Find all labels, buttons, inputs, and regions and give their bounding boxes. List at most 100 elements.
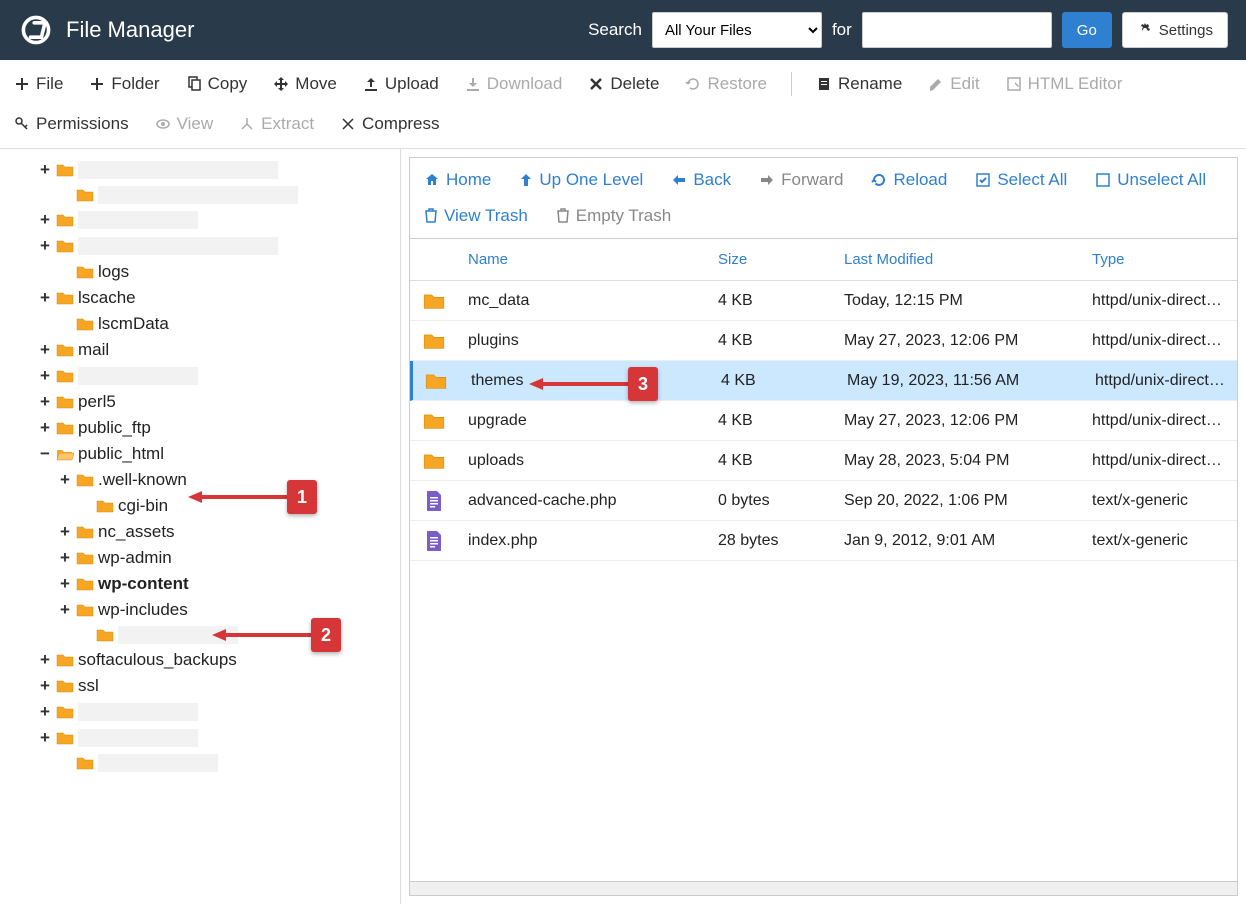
tree-item-perl5[interactable]: +perl5 — [38, 389, 400, 415]
file-icon — [425, 530, 443, 552]
compress-button[interactable]: Compress — [338, 108, 441, 140]
permissions-button[interactable]: Permissions — [12, 108, 131, 140]
back-icon — [671, 173, 687, 187]
col-modified[interactable]: Last Modified — [834, 239, 1082, 280]
plus-icon — [89, 76, 105, 92]
download-button: Download — [463, 68, 565, 100]
up-icon — [519, 172, 533, 188]
cpanel-icon — [18, 12, 54, 48]
restore-icon — [685, 76, 701, 92]
rename-button[interactable]: Rename — [814, 68, 904, 100]
reload-button[interactable]: Reload — [869, 166, 949, 194]
tree-item[interactable]: + — [38, 363, 400, 389]
arrow-2 — [212, 625, 312, 645]
settings-button[interactable]: Settings — [1122, 12, 1228, 48]
logo: File Manager — [18, 12, 194, 48]
tree-item-mail[interactable]: +mail — [38, 337, 400, 363]
copy-icon — [186, 76, 202, 92]
tree-item[interactable]: + — [38, 207, 400, 233]
search-input[interactable] — [862, 12, 1052, 48]
home-button[interactable]: Home — [422, 166, 493, 194]
folder-icon — [423, 412, 445, 430]
go-button[interactable]: Go — [1062, 12, 1112, 48]
trash-icon — [556, 208, 570, 224]
col-type[interactable]: Type — [1082, 239, 1237, 280]
empty-trash-button: Empty Trash — [554, 202, 673, 230]
forward-icon — [759, 173, 775, 187]
col-size[interactable]: Size — [708, 239, 834, 280]
tree-item-wp-includes[interactable]: +wp-includes — [38, 597, 400, 623]
delete-button[interactable]: Delete — [586, 68, 661, 100]
file-button[interactable]: File — [12, 68, 65, 100]
key-icon — [14, 116, 30, 132]
tree-item[interactable]: + — [38, 157, 400, 183]
tree-item-wp-admin[interactable]: +wp-admin — [38, 545, 400, 571]
tree-item-wp-content[interactable]: +wp-content — [38, 571, 400, 597]
html-icon — [1006, 76, 1022, 92]
file-row[interactable]: index.php28 bytesJan 9, 2012, 9:01 AMtex… — [410, 521, 1237, 561]
upload-button[interactable]: Upload — [361, 68, 441, 100]
file-row[interactable]: plugins4 KBMay 27, 2023, 12:06 PMhttpd/u… — [410, 321, 1237, 361]
up-button[interactable]: Up One Level — [517, 166, 645, 194]
copy-button[interactable]: Copy — [184, 68, 250, 100]
file-row[interactable]: mc_data4 KBToday, 12:15 PMhttpd/unix-dir… — [410, 281, 1237, 321]
content-toolbar: Home Up One Level Back Forward Reload Se… — [409, 157, 1238, 239]
file-grid: Name Size Last Modified Type mc_data4 KB… — [409, 239, 1238, 882]
tree-item-ssl[interactable]: +ssl — [38, 673, 400, 699]
callout-3: 3 — [628, 367, 658, 401]
file-row[interactable]: advanced-cache.php0 bytesSep 20, 2022, 1… — [410, 481, 1237, 521]
grid-header[interactable]: Name Size Last Modified Type — [410, 239, 1237, 281]
move-button[interactable]: Move — [271, 68, 339, 100]
eye-icon — [155, 116, 171, 132]
content-panel: Home Up One Level Back Forward Reload Se… — [400, 149, 1246, 904]
tree-item[interactable]: + — [38, 699, 400, 725]
file-row[interactable]: upgrade4 KBMay 27, 2023, 12:06 PMhttpd/u… — [410, 401, 1237, 441]
rename-icon — [816, 76, 832, 92]
folder-button[interactable]: Folder — [87, 68, 161, 100]
folder-icon — [423, 292, 445, 310]
for-label: for — [832, 20, 852, 40]
horizontal-scrollbar[interactable] — [409, 882, 1238, 896]
tree-item[interactable] — [38, 183, 400, 207]
plus-icon — [14, 76, 30, 92]
check-icon — [975, 172, 991, 188]
tree-item[interactable]: + — [38, 233, 400, 259]
delete-icon — [588, 76, 604, 92]
extract-button: Extract — [237, 108, 316, 140]
folder-icon — [425, 372, 447, 390]
col-name[interactable]: Name — [458, 239, 708, 280]
file-row[interactable]: uploads4 KBMay 28, 2023, 5:04 PMhttpd/un… — [410, 441, 1237, 481]
view-trash-button[interactable]: View Trash — [422, 202, 530, 230]
tree-item-nc-assets[interactable]: +nc_assets — [38, 519, 400, 545]
unselect-all-button[interactable]: Unselect All — [1093, 166, 1208, 194]
tree-item-lscmdata[interactable]: lscmData — [38, 311, 400, 337]
extract-icon — [239, 116, 255, 132]
main-toolbar: File Folder Copy Move Upload Download De… — [0, 60, 1246, 149]
search-scope-select[interactable]: All Your Files — [652, 12, 822, 48]
trash-icon — [424, 208, 438, 224]
tree-item-softaculous[interactable]: +softaculous_backups — [38, 647, 400, 673]
folder-icon — [423, 452, 445, 470]
tree-item-public-ftp[interactable]: +public_ftp — [38, 415, 400, 441]
tree-item-public-html[interactable]: −public_html — [38, 441, 400, 467]
restore-button: Restore — [683, 68, 769, 100]
tree-item[interactable] — [38, 751, 400, 775]
search-area: Search All Your Files for Go Settings — [588, 12, 1228, 48]
forward-button: Forward — [757, 166, 845, 194]
file-icon — [425, 490, 443, 512]
select-all-button[interactable]: Select All — [973, 166, 1069, 194]
back-button[interactable]: Back — [669, 166, 733, 194]
callout-2: 2 — [311, 618, 341, 652]
tree-item-lscache[interactable]: +lscache — [38, 285, 400, 311]
reload-icon — [871, 172, 887, 188]
tree-item-logs[interactable]: logs — [38, 259, 400, 285]
edit-icon — [928, 76, 944, 92]
upload-icon — [363, 76, 379, 92]
tree-item[interactable]: + — [38, 725, 400, 751]
uncheck-icon — [1095, 172, 1111, 188]
header: File Manager Search All Your Files for G… — [0, 0, 1246, 60]
folder-tree[interactable]: + + + logs +lscache lscmData +mail + +pe… — [0, 149, 400, 904]
callout-1: 1 — [287, 480, 317, 514]
download-icon — [465, 76, 481, 92]
arrow-3 — [529, 374, 629, 394]
